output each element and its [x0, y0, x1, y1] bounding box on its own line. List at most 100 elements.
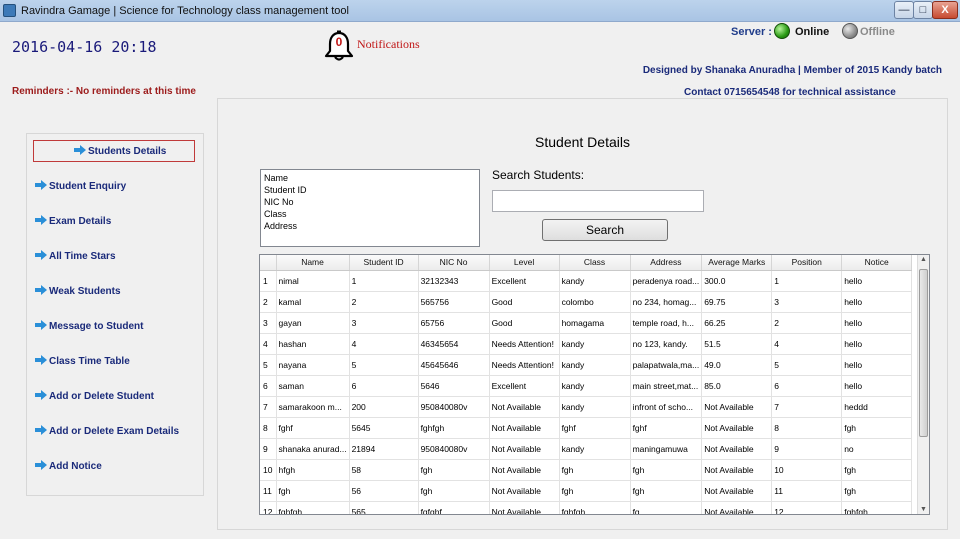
column-header[interactable]: Address — [630, 255, 703, 271]
list-item[interactable]: Address — [264, 220, 476, 232]
table-cell[interactable]: 1 — [349, 270, 419, 292]
list-item[interactable]: Student ID — [264, 184, 476, 196]
search-input[interactable] — [492, 190, 704, 212]
table-cell[interactable]: 4 — [349, 333, 419, 355]
table-cell[interactable]: hello — [841, 291, 913, 313]
table-row[interactable]: 11 fgh 56 fgh Not Available fgh fgh Not Availab… — [260, 480, 913, 502]
table-cell[interactable]: 6 — [771, 375, 843, 397]
row-number[interactable]: 12 — [260, 501, 277, 514]
table-cell[interactable]: fgh — [841, 459, 913, 481]
table-row[interactable]: 1 nimal 1 32132343 Excellent kandy peradenya r… — [260, 270, 913, 292]
table-cell[interactable]: Not Available — [489, 480, 560, 502]
sidebar-item-add-notice[interactable]: Add Notice — [33, 456, 195, 478]
table-cell[interactable]: fgh — [841, 417, 913, 439]
table-row[interactable]: 3 gayan 3 65756 Good homagama temple road, h..… — [260, 312, 913, 334]
table-cell[interactable]: kandy — [559, 438, 631, 460]
list-item[interactable]: Class — [264, 208, 476, 220]
table-cell[interactable]: heddd — [841, 396, 913, 418]
sidebar-item-add-delete-student[interactable]: Add or Delete Student — [33, 386, 195, 408]
table-cell[interactable]: hello — [841, 375, 913, 397]
row-number[interactable]: 10 — [260, 459, 277, 481]
column-header[interactable]: Notice — [841, 255, 913, 271]
vertical-scrollbar[interactable]: ▲ ▼ — [917, 255, 929, 514]
table-cell[interactable]: 69.75 — [701, 291, 773, 313]
table-cell[interactable]: Not Available — [489, 396, 560, 418]
table-cell[interactable]: 51.5 — [701, 333, 773, 355]
table-cell[interactable]: fgh — [418, 480, 490, 502]
table-row[interactable]: 7 samarakoon m... 200 950840080v Not Availab… — [260, 396, 913, 418]
table-cell[interactable]: gayan — [276, 312, 350, 334]
table-cell[interactable]: Not Available — [701, 438, 773, 460]
row-number[interactable]: 6 — [260, 375, 277, 397]
table-cell[interactable]: fgh — [841, 480, 913, 502]
table-cell[interactable]: 4 — [771, 333, 843, 355]
table-cell[interactable]: 565 — [349, 501, 419, 514]
table-cell[interactable]: fgh — [630, 459, 703, 481]
table-cell[interactable]: temple road, h... — [630, 312, 703, 334]
row-number[interactable]: 4 — [260, 333, 277, 355]
table-cell[interactable]: 3 — [349, 312, 419, 334]
table-cell[interactable]: palapatwala,ma... — [630, 354, 703, 376]
table-cell[interactable]: fgh — [559, 480, 631, 502]
table-cell[interactable]: fghfgh — [559, 501, 631, 514]
table-cell[interactable]: fgh — [630, 480, 703, 502]
table-cell[interactable]: 9 — [771, 438, 843, 460]
table-cell[interactable]: colombo — [559, 291, 631, 313]
table-cell[interactable]: kandy — [559, 354, 631, 376]
table-cell[interactable]: hashan — [276, 333, 350, 355]
table-cell[interactable]: main street,mat... — [630, 375, 703, 397]
table-cell[interactable]: 2 — [349, 291, 419, 313]
table-cell[interactable]: 5645 — [349, 417, 419, 439]
table-cell[interactable]: 58 — [349, 459, 419, 481]
table-cell[interactable]: no 123, kandy. — [630, 333, 703, 355]
table-row[interactable]: 12 fghfgh 565 fgfghf Not Available fghfgh fg No… — [260, 501, 913, 514]
sidebar-item-weak-students[interactable]: Weak Students — [33, 281, 195, 303]
sidebar-item-exam-details[interactable]: Exam Details — [33, 211, 195, 233]
scrollbar-thumb[interactable] — [919, 269, 928, 437]
gray-led-icon[interactable] — [842, 23, 858, 39]
table-cell[interactable]: 300.0 — [701, 270, 773, 292]
table-cell[interactable]: Not Available — [701, 417, 773, 439]
table-row[interactable]: 10 hfgh 58 fgh Not Available fgh fgh Not Availa… — [260, 459, 913, 481]
row-number[interactable]: 9 — [260, 438, 277, 460]
table-cell[interactable]: fghfgh — [276, 501, 350, 514]
table-cell[interactable]: fghf — [559, 417, 631, 439]
table-row[interactable]: 9 shanaka anurad... 21894 950840080v Not Ava… — [260, 438, 913, 460]
table-cell[interactable]: 565756 — [418, 291, 490, 313]
column-header[interactable]: Position — [771, 255, 843, 271]
table-cell[interactable]: Not Available — [489, 459, 560, 481]
table-cell[interactable]: 200 — [349, 396, 419, 418]
notifications-link[interactable]: Notifications — [357, 37, 420, 52]
table-cell[interactable]: Good — [489, 312, 560, 334]
table-cell[interactable]: fgh — [559, 459, 631, 481]
table-cell[interactable]: fgfghf — [418, 501, 490, 514]
table-cell[interactable]: peradenya road... — [630, 270, 703, 292]
table-cell[interactable]: Not Available — [701, 396, 773, 418]
table-cell[interactable]: 2 — [771, 312, 843, 334]
table-cell[interactable]: kandy — [559, 375, 631, 397]
row-number[interactable]: 3 — [260, 312, 277, 334]
row-number[interactable]: 7 — [260, 396, 277, 418]
sidebar-item-add-delete-exam[interactable]: Add or Delete Exam Details — [33, 421, 195, 443]
row-number[interactable]: 8 — [260, 417, 277, 439]
table-cell[interactable]: 5 — [771, 354, 843, 376]
table-cell[interactable]: Not Available — [489, 438, 560, 460]
column-header[interactable]: Name — [276, 255, 350, 271]
table-cell[interactable]: 32132343 — [418, 270, 490, 292]
green-led-icon[interactable] — [774, 23, 790, 39]
table-cell[interactable]: Not Available — [701, 501, 773, 514]
table-cell[interactable]: Good — [489, 291, 560, 313]
maximize-button[interactable]: □ — [913, 1, 933, 19]
table-cell[interactable]: homagama — [559, 312, 631, 334]
table-cell[interactable]: 66.25 — [701, 312, 773, 334]
list-item[interactable]: Name — [264, 172, 476, 184]
table-cell[interactable]: 21894 — [349, 438, 419, 460]
table-cell[interactable]: Not Available — [701, 459, 773, 481]
search-field-list[interactable]: Name Student ID NIC No Class Address — [260, 169, 480, 247]
table-cell[interactable]: samarakoon m... — [276, 396, 350, 418]
table-cell[interactable]: 45645646 — [418, 354, 490, 376]
table-cell[interactable]: saman — [276, 375, 350, 397]
table-cell[interactable]: fghf — [276, 417, 350, 439]
table-cell[interactable]: maningamuwa — [630, 438, 703, 460]
table-cell[interactable]: 6 — [349, 375, 419, 397]
